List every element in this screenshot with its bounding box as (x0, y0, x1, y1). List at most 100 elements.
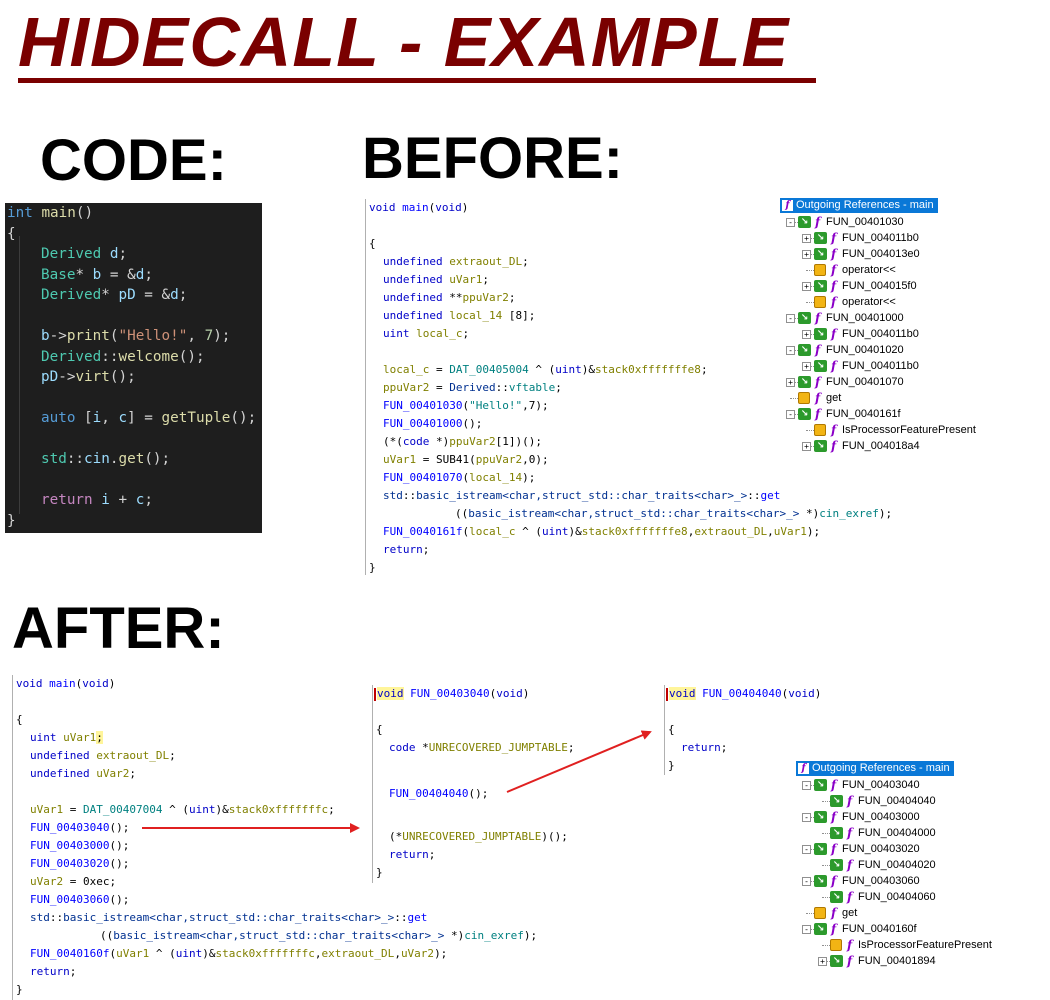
function-icon: f (831, 778, 837, 792)
function-icon: f (815, 343, 821, 357)
reference-label: IsProcessorFeaturePresent (842, 424, 976, 436)
function-icon: f (847, 794, 853, 808)
reference-tree-row[interactable]: - ↘ f FUN_0040161f (780, 406, 1040, 422)
reference-tree-row[interactable]: - ↘ f FUN_00401000 (780, 310, 1040, 326)
listing-margin (12, 675, 13, 1000)
reference-tree-row[interactable]: f get (780, 390, 1040, 406)
expand-toggle-icon[interactable]: + (802, 362, 811, 371)
collapse-toggle-icon[interactable]: - (786, 314, 795, 323)
after-outgoing-references[interactable]: f Outgoing References - main - ↘ f FUN_00403… (796, 761, 1046, 973)
reference-tree-row[interactable]: + ↘ f FUN_00401894 (796, 953, 1046, 969)
reference-tree-row[interactable]: + ↘ f FUN_00401070 (780, 374, 1040, 390)
decomp-line: { (376, 723, 383, 736)
reference-tree-row[interactable]: f IsProcessorFeaturePresent (796, 937, 1046, 953)
reference-tree-row[interactable]: f operator<< (780, 262, 1040, 278)
decomp-line: FUN_00404040(); (389, 787, 489, 800)
reference-tree-row[interactable]: f get (796, 905, 1046, 921)
decomp-line: uVar1 = SUB41(ppuVar2,0); (383, 453, 549, 466)
reference-tree-row[interactable]: - ↘ f FUN_00403020 (796, 841, 1046, 857)
reference-tree-row[interactable]: - ↘ f FUN_00401020 (780, 342, 1040, 358)
code-line: int main() (7, 205, 94, 221)
expand-toggle-icon[interactable]: + (818, 957, 827, 966)
call-reference-icon: ↘ (830, 859, 843, 871)
external-reference-icon (814, 296, 826, 308)
function-icon: f (815, 215, 821, 229)
refs-header: f Outgoing References - main (780, 198, 938, 213)
reference-label: FUN_00404040 (858, 795, 936, 807)
expand-toggle-icon[interactable]: + (802, 330, 811, 339)
decomp-line: return; (383, 543, 430, 556)
decomp-line: FUN_0040160f(uVar1 ^ (uint)&stack0xfffff… (30, 947, 448, 960)
expand-toggle-icon[interactable]: + (802, 442, 811, 451)
function-icon: f (831, 922, 837, 936)
reference-tree-row[interactable]: + ↘ f FUN_004015f0 (780, 278, 1040, 294)
reference-tree-row[interactable]: ↘ f FUN_00404060 (796, 889, 1046, 905)
before-outgoing-references[interactable]: f Outgoing References - main - ↘ f FUN_00401… (780, 198, 1040, 460)
decomp-line: (*UNRECOVERED_JUMPTABLE)(); (389, 830, 568, 843)
call-reference-icon: ↘ (830, 955, 843, 967)
reference-tree-row[interactable]: - ↘ f FUN_00401030 (780, 214, 1040, 230)
reference-tree-row[interactable]: ↘ f FUN_00404000 (796, 825, 1046, 841)
call-reference-icon: ↘ (798, 312, 811, 324)
decomp-line: { (668, 723, 675, 736)
expand-toggle-icon[interactable]: + (802, 234, 811, 243)
code-line: Derived* pD = &d; (41, 287, 188, 303)
collapse-toggle-icon[interactable]: - (786, 218, 795, 227)
code-line: Derived::welcome(); (41, 348, 205, 365)
call-reference-icon: ↘ (814, 328, 827, 340)
reference-tree-row[interactable]: - ↘ f FUN_0040160f (796, 921, 1046, 937)
listing-margin (372, 685, 373, 883)
external-reference-icon (830, 939, 842, 951)
decomp-line: return; (30, 965, 77, 978)
decomp-line: } (376, 866, 383, 879)
reference-tree-row[interactable]: + ↘ f FUN_004011b0 (780, 358, 1040, 374)
decomp-line: return; (389, 848, 436, 861)
reference-tree-row[interactable]: f operator<< (780, 294, 1040, 310)
function-icon: f (815, 375, 821, 389)
function-icon: f (831, 231, 837, 245)
decomp-line: void FUN_00404040(void) (666, 685, 821, 703)
expand-toggle-icon[interactable]: + (802, 282, 811, 291)
reference-label: FUN_0040161f (826, 408, 901, 420)
decomp-line: uint uVar1; (30, 731, 103, 744)
reference-label: FUN_00403040 (842, 779, 920, 791)
collapse-toggle-icon[interactable]: - (802, 781, 811, 790)
reference-label: FUN_00403020 (842, 843, 920, 855)
reference-tree-row[interactable]: + ↘ f FUN_004011b0 (780, 230, 1040, 246)
expand-toggle-icon[interactable]: + (786, 378, 795, 387)
collapse-toggle-icon[interactable]: - (802, 925, 811, 934)
after-fun-00403040-view[interactable]: void FUN_00403040(void) { code *UNRECOVE… (372, 685, 592, 883)
function-icon: f (831, 247, 837, 261)
reference-tree-row[interactable]: + ↘ f FUN_004013e0 (780, 246, 1040, 262)
reference-tree-row[interactable]: ↘ f FUN_00404020 (796, 857, 1046, 873)
collapse-toggle-icon[interactable]: - (802, 877, 811, 886)
reference-tree-row[interactable]: ↘ f FUN_00404040 (796, 793, 1046, 809)
title-underline (18, 78, 816, 83)
collapse-toggle-icon[interactable]: - (786, 410, 795, 419)
code-line: pD->virt(); (41, 369, 136, 385)
call-reference-icon: ↘ (814, 360, 827, 372)
reference-label: FUN_004011b0 (842, 232, 919, 244)
reference-tree-row[interactable]: f IsProcessorFeaturePresent (780, 422, 1040, 438)
reference-tree-row[interactable]: - ↘ f FUN_00403040 (796, 777, 1046, 793)
source-code-editor[interactable]: int main() { Derived d; Base* b = &d; De… (5, 203, 262, 533)
reference-tree-row[interactable]: - ↘ f FUN_00403060 (796, 873, 1046, 889)
code-line: } (7, 512, 16, 529)
reference-tree-row[interactable]: - ↘ f FUN_00403000 (796, 809, 1046, 825)
decomp-line: void FUN_00403040(void) (374, 685, 529, 703)
function-icon: f (831, 439, 837, 453)
reference-label: FUN_00401070 (826, 376, 904, 388)
collapse-toggle-icon[interactable]: - (786, 346, 795, 355)
reference-tree-row[interactable]: + ↘ f FUN_004011b0 (780, 326, 1040, 342)
expand-toggle-icon[interactable]: + (802, 250, 811, 259)
decomp-line: ((basic_istream<char,struct_std::char_tr… (100, 929, 538, 942)
reference-label: IsProcessorFeaturePresent (858, 939, 992, 951)
reference-label: FUN_0040160f (842, 923, 917, 935)
function-icon: f (831, 359, 837, 373)
function-icon: f (847, 954, 853, 968)
reference-tree-row[interactable]: + ↘ f FUN_004018a4 (780, 438, 1040, 454)
reference-label: FUN_004015f0 (842, 280, 917, 292)
decomp-line: std::basic_istream<char,struct_std::char… (30, 911, 428, 924)
collapse-toggle-icon[interactable]: - (802, 845, 811, 854)
collapse-toggle-icon[interactable]: - (802, 813, 811, 822)
